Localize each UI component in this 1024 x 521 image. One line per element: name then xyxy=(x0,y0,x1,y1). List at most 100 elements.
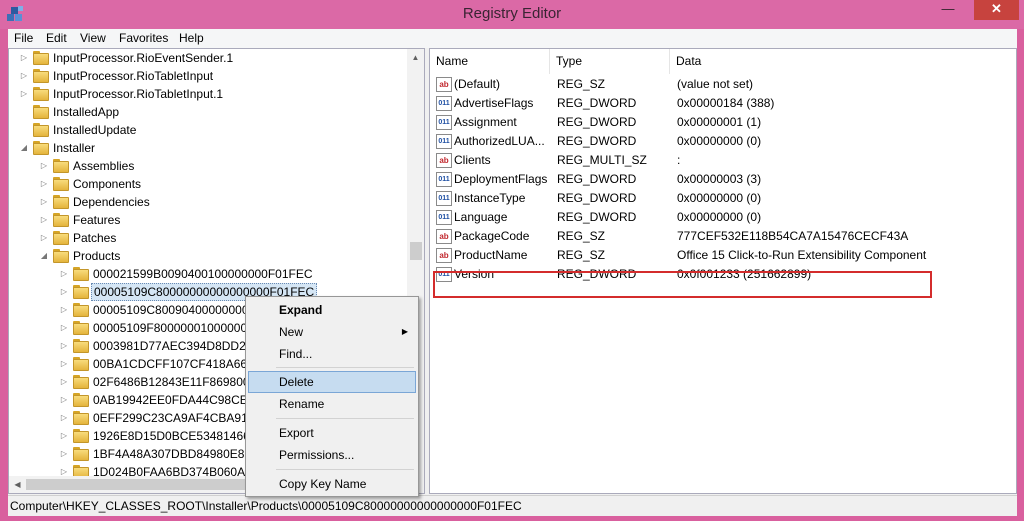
tree-node[interactable]: ▷ Dependencies xyxy=(9,193,407,211)
collapse-arrow-icon[interactable]: ◢ xyxy=(39,247,49,265)
title-bar: Registry Editor — ✕ xyxy=(0,0,1024,29)
folder-icon xyxy=(53,213,69,227)
scroll-up-arrow-icon[interactable]: ▲ xyxy=(407,49,424,66)
menu-favorites[interactable]: Favorites xyxy=(119,31,168,45)
expand-arrow-icon[interactable]: ▷ xyxy=(39,157,49,175)
ctx-find[interactable]: Find... xyxy=(248,343,416,365)
tree-node[interactable]: ▷ InputProcessor.RioTabletInput xyxy=(9,67,407,85)
value-data: 0x00000003 (3) xyxy=(677,172,762,186)
menu-view[interactable]: View xyxy=(80,31,106,45)
tree-node[interactable]: ▷ Components xyxy=(9,175,407,193)
tree-node-label: 0AB19942EE0FDA44C98CE55 xyxy=(93,393,262,407)
value-row[interactable]: 011 AuthorizedLUA... REG_DWORD 0x00000000 (… xyxy=(430,132,1016,151)
ctx-copy-key-name[interactable]: Copy Key Name xyxy=(248,473,416,495)
expand-arrow-icon[interactable]: ▷ xyxy=(39,193,49,211)
expand-arrow-icon[interactable]: ▷ xyxy=(59,445,69,463)
tree-node[interactable]: ▷ Features xyxy=(9,211,407,229)
scroll-left-arrow-icon[interactable]: ◀ xyxy=(9,476,26,493)
value-row[interactable]: 011 Language REG_DWORD 0x00000000 (0) xyxy=(430,208,1016,227)
column-header-name[interactable]: Name xyxy=(430,49,550,74)
value-row[interactable]: 011 DeploymentFlags REG_DWORD 0x00000003 (3… xyxy=(430,170,1016,189)
tree-scroll-thumb[interactable] xyxy=(410,242,422,260)
value-row[interactable]: 011 InstanceType REG_DWORD 0x00000000 (0) xyxy=(430,189,1016,208)
tree-node[interactable]: ▷ Patches xyxy=(9,229,407,247)
ctx-separator xyxy=(276,469,414,470)
tree-node[interactable]: ▷ InputProcessor.RioTabletInput.1 xyxy=(9,85,407,103)
close-button[interactable]: ✕ xyxy=(974,0,1019,20)
tree-node[interactable]: ▷ InputProcessor.RioEventSender.1 xyxy=(9,49,407,67)
expand-arrow-icon[interactable]: ▷ xyxy=(39,175,49,193)
expand-arrow-icon[interactable]: ▷ xyxy=(59,319,69,337)
ctx-delete[interactable]: Delete xyxy=(248,371,416,393)
tree-node[interactable]: InstalledApp xyxy=(9,103,407,121)
expand-arrow-icon[interactable]: ▷ xyxy=(39,229,49,247)
value-type: REG_DWORD xyxy=(557,172,637,186)
binary-value-icon: 011 xyxy=(436,96,452,111)
expand-arrow-icon[interactable]: ▷ xyxy=(59,265,69,283)
folder-icon xyxy=(73,285,89,299)
tree-node-label: InputProcessor.RioEventSender.1 xyxy=(53,51,234,65)
tree-node-label: Components xyxy=(73,177,142,191)
tree-node[interactable]: ▷ 000021599B0090400100000000F01FEC xyxy=(9,265,407,283)
expand-arrow-icon[interactable]: ▷ xyxy=(19,67,29,85)
value-data: (value not set) xyxy=(677,77,754,91)
expand-arrow-icon[interactable]: ▷ xyxy=(19,85,29,103)
expand-arrow-icon[interactable]: ▷ xyxy=(59,427,69,445)
expand-arrow-icon[interactable]: ▷ xyxy=(19,49,29,67)
tree-node-label: 00005109C800904000000000 xyxy=(93,303,256,317)
menu-file[interactable]: File xyxy=(14,31,33,45)
tree-node[interactable]: ▷ Assemblies xyxy=(9,157,407,175)
folder-icon xyxy=(33,141,49,155)
tree-node-label: 1926E8D15D0BCE5348146661 xyxy=(93,429,264,443)
folder-icon xyxy=(53,177,69,191)
value-name: (Default) xyxy=(454,77,501,91)
ctx-new[interactable]: New ▶ xyxy=(248,321,416,343)
string-value-icon: ab xyxy=(436,248,452,263)
binary-value-icon: 011 xyxy=(436,172,452,187)
menu-help[interactable]: Help xyxy=(179,31,204,45)
tree-node[interactable]: InstalledUpdate xyxy=(9,121,407,139)
values-list-pane[interactable]: Name Type Data ab (Default) REG_SZ (value n… xyxy=(429,48,1017,494)
ctx-separator xyxy=(276,367,414,368)
tree-node-label: 02F6486B12843E11F869800 xyxy=(93,375,250,389)
expand-arrow-icon[interactable]: ▷ xyxy=(59,283,69,301)
expand-arrow-icon[interactable]: ▷ xyxy=(59,409,69,427)
collapse-arrow-icon[interactable]: ◢ xyxy=(19,139,29,157)
expand-arrow-icon[interactable]: ▷ xyxy=(59,391,69,409)
folder-icon xyxy=(53,231,69,245)
string-value-icon: ab xyxy=(436,229,452,244)
value-type: REG_DWORD xyxy=(557,115,637,129)
menu-edit[interactable]: Edit xyxy=(46,31,67,45)
expand-arrow-icon[interactable]: ▷ xyxy=(59,355,69,373)
ctx-rename[interactable]: Rename xyxy=(248,393,416,415)
value-type: REG_SZ xyxy=(557,229,606,243)
tree-node-label: Dependencies xyxy=(73,195,150,209)
value-name: InstanceType xyxy=(454,191,526,205)
tree-node[interactable]: ◢ Installer xyxy=(9,139,407,157)
tree-node-label: Installer xyxy=(53,141,96,155)
tree-node[interactable]: ◢ Products xyxy=(9,247,407,265)
value-row[interactable]: ab Clients REG_MULTI_SZ: xyxy=(430,151,1016,170)
minimize-button[interactable]: — xyxy=(935,0,961,20)
value-data: 0x00000184 (388) xyxy=(677,96,775,110)
expand-arrow-icon[interactable]: ▷ xyxy=(59,337,69,355)
ctx-expand[interactable]: Expand xyxy=(248,299,416,321)
expand-arrow-icon[interactable]: ▷ xyxy=(39,211,49,229)
value-row[interactable]: ab (Default) REG_SZ (value not set) xyxy=(430,75,1016,94)
column-header-type[interactable]: Type xyxy=(550,49,670,74)
ctx-export[interactable]: Export xyxy=(248,422,416,444)
folder-icon xyxy=(73,303,89,317)
value-row[interactable]: ab PackageCode REG_SZ 777CEF532E118B54CA7A1… xyxy=(430,227,1016,246)
folder-icon xyxy=(33,69,49,83)
expand-arrow-icon[interactable]: ▷ xyxy=(59,373,69,391)
tree-node-label: InputProcessor.RioTabletInput xyxy=(53,69,214,83)
folder-icon xyxy=(73,447,89,461)
value-row[interactable]: 011 Assignment REG_DWORD 0x00000001 (1) xyxy=(430,113,1016,132)
value-row[interactable]: ab ProductName REG_SZ Office 15 Click-to-Ru… xyxy=(430,246,1016,265)
folder-icon xyxy=(53,249,69,263)
column-header-data[interactable]: Data xyxy=(670,49,1016,74)
expand-arrow-icon[interactable]: ▷ xyxy=(59,301,69,319)
tree-node-label: InputProcessor.RioTabletInput.1 xyxy=(53,87,224,101)
ctx-permissions[interactable]: Permissions... xyxy=(248,444,416,466)
value-row[interactable]: 011 AdvertiseFlags REG_DWORD 0x00000184 (38… xyxy=(430,94,1016,113)
